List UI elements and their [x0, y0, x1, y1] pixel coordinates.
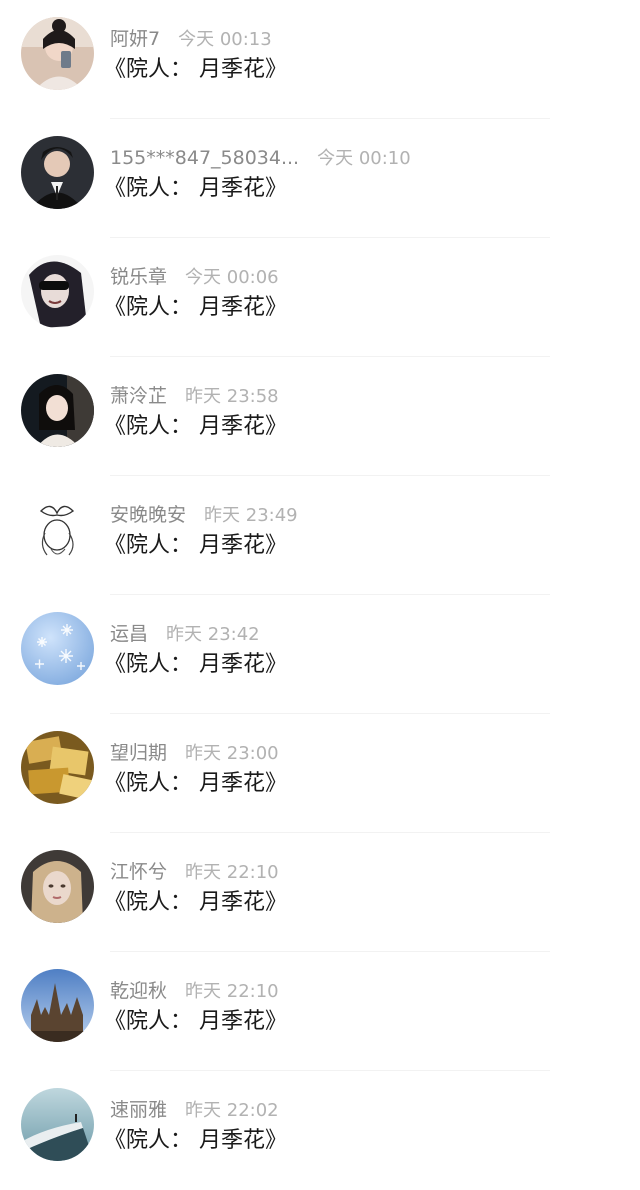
list-item[interactable]: 155***847_58034... 今天 00:10 《院人： 月季花》 — [0, 119, 640, 238]
message-text: 《院人： 月季花》 — [104, 771, 287, 796]
message-meta: 望归期 昨天 23:00 — [110, 740, 279, 766]
message-text: 《院人： 月季花》 — [104, 295, 287, 320]
message-meta: 运昌 昨天 23:42 — [110, 621, 260, 647]
list-item[interactable]: 锐乐章 今天 00:06 《院人： 月季花》 — [0, 238, 640, 357]
cathedral-avatar-icon — [21, 969, 94, 1042]
avatar[interactable] — [21, 136, 94, 209]
avatar[interactable] — [21, 731, 94, 804]
message-meta: 乾迎秋 昨天 22:10 — [110, 978, 279, 1004]
avatar[interactable] — [21, 612, 94, 685]
message-time: 昨天 23:49 — [204, 505, 298, 526]
message-time: 今天 00:10 — [317, 148, 411, 169]
message-text: 《院人： 月季花》 — [104, 414, 287, 439]
sender-name: 速丽雅 — [110, 1099, 168, 1121]
message-meta: 速丽雅 昨天 22:02 — [110, 1097, 279, 1123]
message-text: 《院人： 月季花》 — [104, 176, 287, 201]
sender-name: 安晚晚安 — [110, 504, 187, 526]
avatar[interactable] — [21, 1088, 94, 1161]
woman-selfie-avatar-icon — [21, 17, 94, 90]
list-item[interactable]: 萧泠芷 昨天 23:58 《院人： 月季花》 — [0, 357, 640, 476]
message-time: 昨天 23:58 — [185, 386, 279, 407]
sender-name: 锐乐章 — [110, 266, 168, 288]
anime-girl-avatar-icon — [21, 374, 94, 447]
message-time: 昨天 22:02 — [185, 1100, 279, 1121]
list-item[interactable]: 速丽雅 昨天 22:02 《院人： 月季花》 — [0, 1071, 640, 1190]
message-text: 《院人： 月季花》 — [104, 1009, 287, 1034]
message-meta: 江怀兮 昨天 22:10 — [110, 859, 279, 885]
sender-name: 江怀兮 — [110, 861, 168, 883]
avatar[interactable] — [21, 850, 94, 923]
sender-name: 阿妍7 — [110, 28, 161, 50]
message-time: 昨天 22:10 — [185, 862, 279, 883]
list-item[interactable]: 运昌 昨天 23:42 《院人： 月季花》 — [0, 595, 640, 714]
snowflake-avatar-icon — [21, 612, 94, 685]
sender-name: 155***847_58034... — [110, 147, 300, 169]
avatar[interactable] — [21, 255, 94, 328]
message-time: 今天 00:13 — [178, 29, 272, 50]
blonde-girl-avatar-icon — [21, 850, 94, 923]
message-time: 昨天 23:42 — [166, 624, 260, 645]
list-item[interactable]: 安晚晚安 昨天 23:49 《院人： 月季花》 — [0, 476, 640, 595]
message-meta: 阿妍7 今天 00:13 — [110, 26, 272, 52]
man-suit-avatar-icon — [21, 136, 94, 209]
masked-figure-avatar-icon — [21, 255, 94, 328]
sender-name: 乾迎秋 — [110, 980, 168, 1002]
message-text: 《院人： 月季花》 — [104, 57, 287, 82]
avatar[interactable] — [21, 17, 94, 90]
message-time: 昨天 22:10 — [185, 981, 279, 1002]
gold-tickets-avatar-icon — [21, 731, 94, 804]
sender-name: 运昌 — [110, 623, 149, 645]
message-text: 《院人： 月季花》 — [104, 1128, 287, 1153]
message-text: 《院人： 月季花》 — [104, 652, 287, 677]
message-meta: 锐乐章 今天 00:06 — [110, 264, 279, 290]
message-text: 《院人： 月季花》 — [104, 533, 287, 558]
list-item[interactable]: 江怀兮 昨天 22:10 《院人： 月季花》 — [0, 833, 640, 952]
cliff-scene-avatar-icon — [21, 1088, 94, 1161]
sketch-bow-avatar-icon — [21, 493, 94, 566]
avatar[interactable] — [21, 969, 94, 1042]
list-item[interactable]: 阿妍7 今天 00:13 《院人： 月季花》 — [0, 0, 640, 119]
message-text: 《院人： 月季花》 — [104, 890, 287, 915]
avatar[interactable] — [21, 493, 94, 566]
avatar[interactable] — [21, 374, 94, 447]
message-meta: 萧泠芷 昨天 23:58 — [110, 383, 279, 409]
message-meta: 155***847_58034... 今天 00:10 — [110, 145, 411, 171]
message-time: 昨天 23:00 — [185, 743, 279, 764]
sender-name: 望归期 — [110, 742, 168, 764]
list-item[interactable]: 望归期 昨天 23:00 《院人： 月季花》 — [0, 714, 640, 833]
message-meta: 安晚晚安 昨天 23:49 — [110, 502, 298, 528]
sender-name: 萧泠芷 — [110, 385, 168, 407]
list-item[interactable]: 乾迎秋 昨天 22:10 《院人： 月季花》 — [0, 952, 640, 1071]
message-time: 今天 00:06 — [185, 267, 279, 288]
